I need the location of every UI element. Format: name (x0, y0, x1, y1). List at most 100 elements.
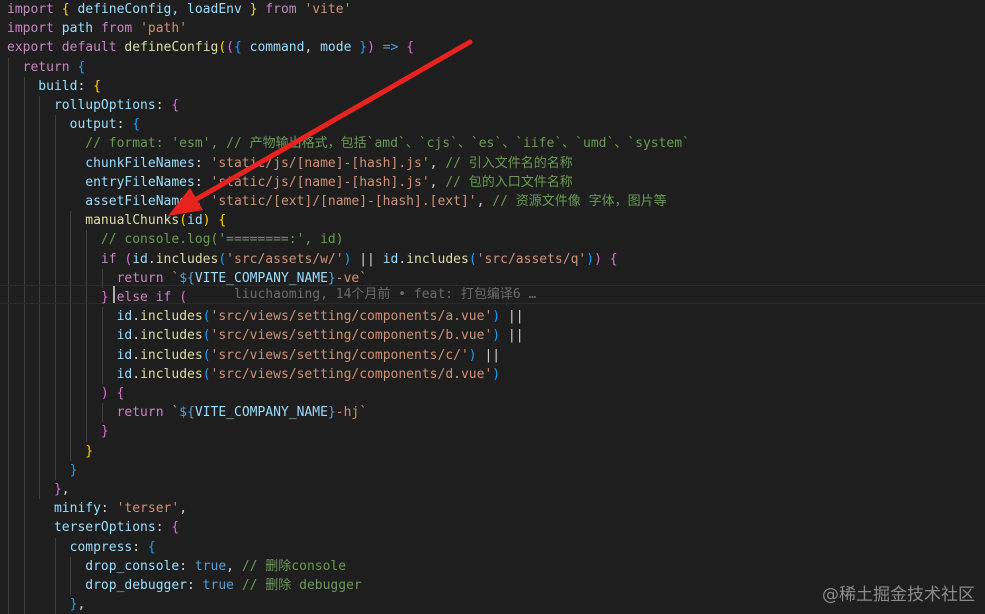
code-token: . (132, 309, 141, 325)
code-line[interactable]: // format: 'esm', // 产物输出格式，包括`amd`、`cjs… (7, 134, 690, 153)
code-token: 'src/assets/q' (476, 251, 587, 267)
code-line[interactable]: return `${VITE_COMPANY_NAME}-hj` (7, 403, 368, 422)
code-line[interactable]: } else if ( (7, 288, 187, 307)
code-token: default (61, 40, 117, 56)
code-line[interactable]: export default defineConfig(({ command, … (7, 38, 414, 57)
code-token: 'static/js/[name]-[hash].js' (210, 155, 430, 171)
code-line[interactable]: // console.log('========:', id) (7, 230, 344, 249)
code-token: ( (226, 40, 234, 56)
code-token: // 引入文件名的名称 (445, 155, 573, 171)
code-line[interactable]: } (7, 422, 109, 441)
code-line[interactable]: }, (7, 595, 86, 614)
code-token: ) (492, 366, 501, 382)
code-token: { (171, 98, 180, 113)
code-token: includes (140, 366, 203, 382)
code-token: || (500, 309, 524, 325)
code-token: : (194, 174, 211, 190)
code-token: ( (202, 328, 211, 344)
code-token: { (147, 539, 156, 555)
code-token: } (85, 443, 94, 459)
code-token: ( (218, 251, 227, 267)
code-line[interactable]: rollupOptions: { (7, 96, 179, 115)
code-token: { (218, 213, 227, 229)
code-token: includes (140, 328, 203, 344)
code-token: ) (202, 213, 211, 229)
code-token: } (359, 40, 368, 56)
code-line[interactable]: id.includes('src/views/setting/component… (7, 326, 524, 345)
code-token: . (132, 366, 141, 382)
code-token: } (53, 482, 62, 497)
code-token: // 删除 debugger (241, 578, 362, 593)
code-token: ) (468, 347, 477, 363)
code-line[interactable]: chunkFileNames: 'static/js/[name]-[hash]… (7, 154, 573, 173)
code-token: ${ (179, 270, 195, 286)
code-token: , (61, 482, 70, 497)
code-token: : (155, 520, 172, 536)
code-token: includes (140, 347, 203, 363)
code-token: assetFileNames (7, 194, 195, 209)
code-token: , (304, 40, 321, 56)
code-token: , (476, 194, 493, 209)
code-line[interactable]: minify: 'terser', (7, 499, 187, 518)
code-line[interactable]: output: { (7, 115, 140, 134)
code-line[interactable]: }, (7, 480, 70, 499)
code-token: { (132, 117, 141, 133)
code-line[interactable]: return { (7, 58, 86, 77)
code-line[interactable]: } (7, 442, 93, 461)
code-token: // console.log('========:', id) (7, 232, 344, 248)
code-token: 'src/views/setting/components/a.vue' (210, 309, 493, 325)
code-token: -ve` (335, 270, 368, 286)
code-line[interactable]: id.includes('src/views/setting/component… (7, 346, 501, 365)
code-token: { (234, 40, 242, 56)
code-token: ( (202, 366, 211, 382)
code-line[interactable]: ) { (7, 384, 124, 403)
git-blame-annotation: liuchaoming, 14个月前 • feat: 打包编译6 … (234, 287, 537, 302)
code-token: // 资源文件像 字体，图片等 (492, 194, 667, 209)
code-line[interactable]: entryFileNames: 'static/js/[name]-[hash]… (7, 173, 573, 192)
code-token: manualChunks (7, 213, 180, 229)
code-line[interactable]: manualChunks(id) { (7, 211, 226, 230)
code-token: true (202, 578, 234, 593)
code-token: else if (108, 290, 172, 305)
code-token: // 删除console (241, 558, 347, 574)
code-token: // 包的入口文件名称 (445, 174, 573, 190)
code-token: VITE_COMPANY_NAME (194, 405, 328, 421)
code-line[interactable]: id.includes('src/views/setting/component… (7, 307, 524, 326)
code-line[interactable]: import { defineConfig, loadEnv } from 'v… (7, 0, 351, 19)
code-token: terserOptions (7, 520, 156, 536)
code-token: : (155, 98, 172, 113)
code-token: } (100, 424, 109, 440)
code-token: , (179, 501, 188, 517)
code-token: id (7, 366, 133, 382)
code-token: 'src/views/setting/components/c/' (210, 347, 469, 363)
code-token: includes (155, 251, 219, 267)
code-line[interactable]: drop_debugger: true // 删除 debugger (7, 576, 362, 595)
code-token: drop_console (7, 558, 180, 574)
code-line[interactable]: } (7, 461, 78, 480)
code-token: id (187, 213, 203, 229)
code-line[interactable]: compress: { (7, 538, 156, 557)
code-token: ) (586, 251, 595, 267)
code-line[interactable]: id.includes('src/views/setting/component… (7, 365, 501, 384)
code-token: 'src/views/setting/components/b.vue' (210, 328, 493, 344)
code-token: ( (202, 309, 211, 325)
code-line[interactable]: terserOptions: { (7, 518, 179, 537)
code-line[interactable]: drop_console: true, // 删除console (7, 557, 346, 576)
code-line[interactable]: build: { (7, 77, 101, 96)
code-line[interactable]: if (id.includes('src/assets/w/') || id.i… (7, 250, 618, 269)
code-editor[interactable]: import { defineConfig, loadEnv } from 'v… (0, 0, 985, 614)
code-token: ) (100, 386, 109, 401)
code-token: 'static/js/[name]-[hash].js' (210, 174, 430, 190)
code-token: mode (320, 40, 352, 56)
code-line[interactable]: assetFileNames: 'static/[ext]/[name]-[ha… (7, 192, 667, 211)
code-line[interactable]: import path from 'path' (7, 19, 187, 38)
